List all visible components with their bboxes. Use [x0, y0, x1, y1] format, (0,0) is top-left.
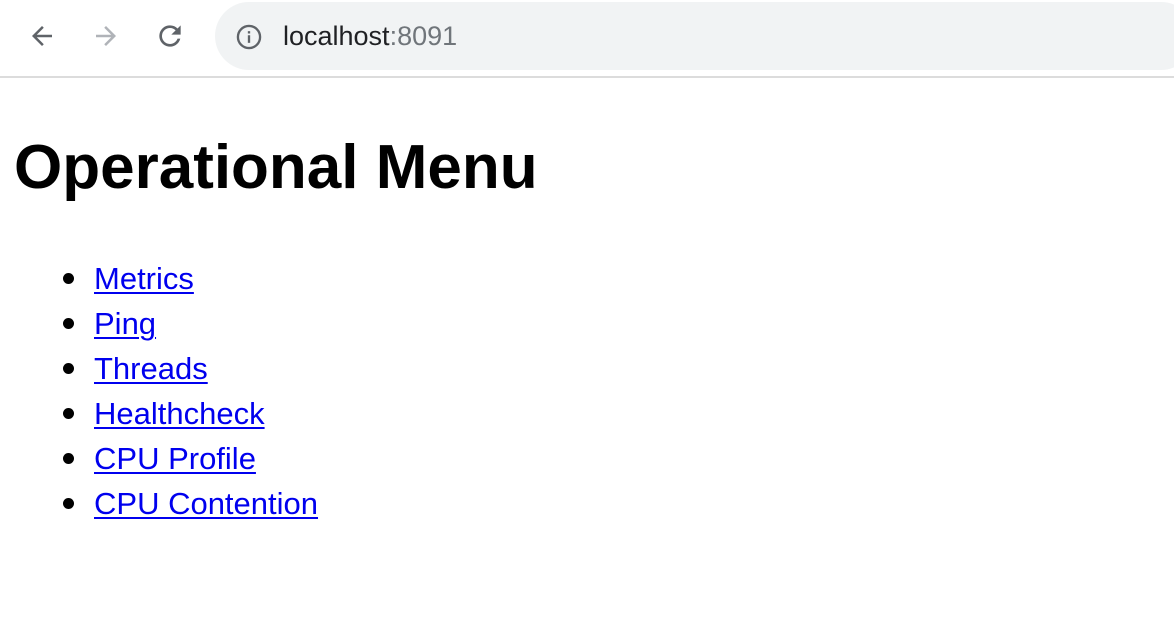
info-icon[interactable]: [235, 23, 263, 51]
metrics-link[interactable]: Metrics: [94, 261, 194, 296]
cpu-profile-link[interactable]: CPU Profile: [94, 441, 256, 476]
bullet: [63, 273, 74, 284]
address-bar[interactable]: localhost:8091: [215, 2, 1174, 70]
bullet: [63, 318, 74, 329]
list-item: CPU Profile: [63, 436, 318, 481]
list-item: Healthcheck: [63, 391, 318, 436]
arrow-left-icon: [32, 26, 52, 46]
threads-link[interactable]: Threads: [94, 351, 208, 386]
url-text[interactable]: localhost:8091: [283, 18, 457, 54]
bullet: [63, 498, 74, 509]
url-port: :8091: [389, 21, 458, 51]
forward-button[interactable]: [86, 16, 126, 56]
reload-button[interactable]: [150, 16, 190, 56]
back-button[interactable]: [22, 16, 62, 56]
healthcheck-link[interactable]: Healthcheck: [94, 396, 265, 431]
list-item: CPU Contention: [63, 481, 318, 526]
list-item: Metrics: [63, 256, 318, 301]
list-item: Threads: [63, 346, 318, 391]
operational-menu-list: Metrics Ping Threads Healthcheck CPU Pro…: [0, 256, 318, 526]
browser-toolbar: localhost:8091: [0, 0, 1174, 78]
reload-icon: [159, 25, 181, 47]
bullet: [63, 408, 74, 419]
arrow-right-icon: [96, 26, 116, 46]
page-title: Operational Menu: [14, 133, 538, 202]
cpu-contention-link[interactable]: CPU Contention: [94, 486, 318, 521]
list-item: Ping: [63, 301, 318, 346]
bullet: [63, 363, 74, 374]
ping-link[interactable]: Ping: [94, 306, 156, 341]
url-host: localhost: [283, 21, 390, 51]
bullet: [63, 453, 74, 464]
